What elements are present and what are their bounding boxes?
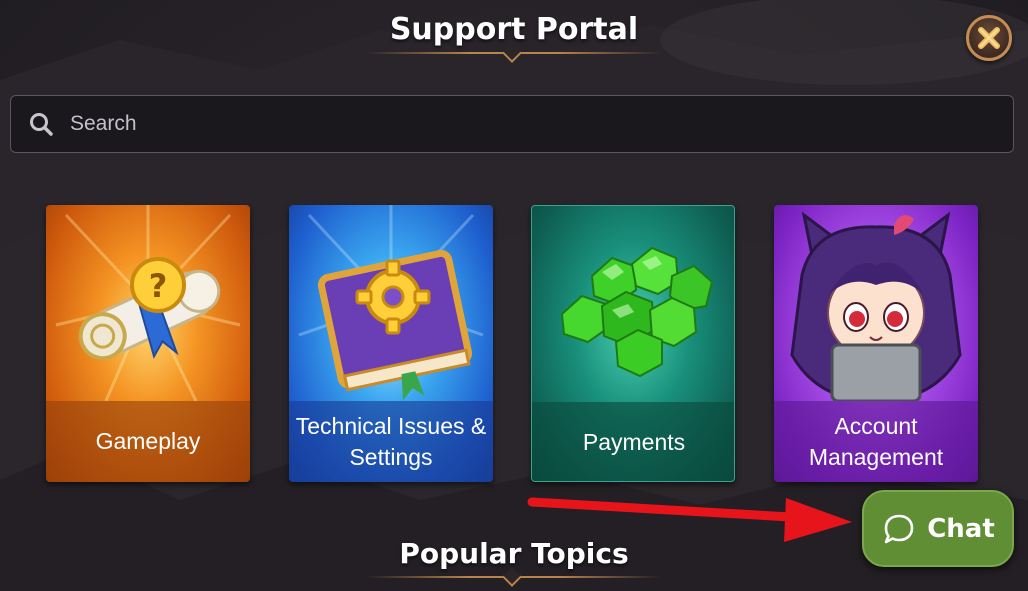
search-bar[interactable] [10,95,1014,153]
svg-text:?: ? [149,267,168,305]
header: Support Portal [0,12,1028,47]
character-portrait-icon [790,211,962,401]
category-label: Technical Issues & Settings [289,401,493,482]
search-icon [30,113,53,136]
close-button[interactable] [966,15,1012,61]
close-icon [978,27,1000,49]
category-label: Gameplay [46,401,250,482]
category-label: Payments [532,402,734,481]
search-input[interactable] [68,111,1013,137]
category-card-payments[interactable]: Payments [531,205,735,482]
chat-button[interactable]: Chat [862,490,1014,567]
chat-label: Chat [927,513,995,544]
gems-icon [560,246,714,378]
page-title: Support Portal [389,12,639,47]
chat-bubble-icon [884,514,914,543]
category-card-account-management[interactable]: Account Management [774,205,978,482]
category-card-technical-issues[interactable]: Technical Issues & Settings [289,205,493,482]
category-label: Account Management [774,401,978,482]
category-card-gameplay[interactable]: ? Gameplay [46,205,250,482]
gear-book-icon [298,205,484,401]
scroll-question-icon: ? [55,205,241,401]
